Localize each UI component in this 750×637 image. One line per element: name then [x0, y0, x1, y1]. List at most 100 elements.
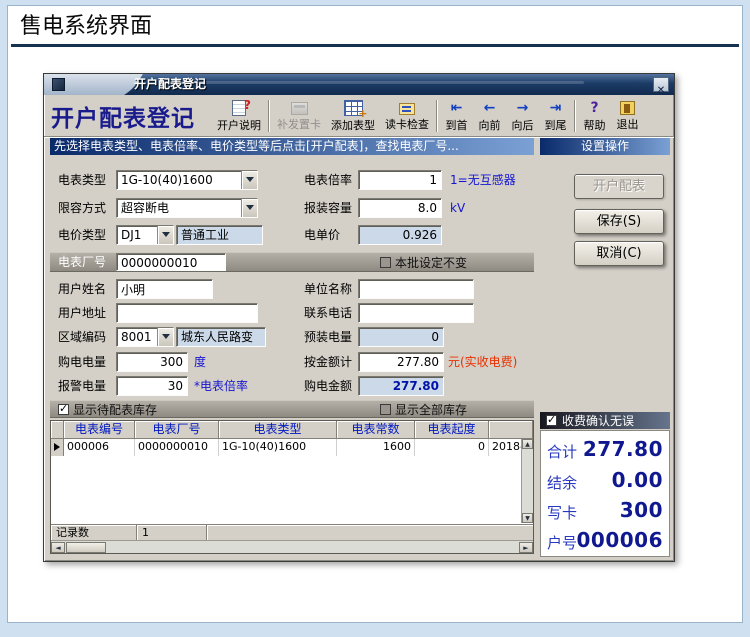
go-first-button[interactable]: 到首 — [440, 97, 473, 135]
price-type-label: 电价类型 — [58, 225, 106, 245]
record-count-label: 记录数 — [51, 525, 137, 540]
summary-row-write-card: 写卡 300 — [546, 496, 664, 526]
column-header[interactable] — [489, 421, 533, 439]
install-capacity-input[interactable] — [358, 198, 442, 218]
phone-input[interactable] — [358, 303, 474, 323]
table-cell: 1G-10(40)1600 — [219, 439, 337, 456]
column-header[interactable]: 电表起度 — [415, 421, 489, 439]
purchase-qty-input[interactable] — [116, 352, 188, 372]
toolbar-buttons: 开户说明 补发置卡 添加表型 读卡检查 — [212, 96, 672, 136]
scroll-left-icon[interactable] — [51, 542, 65, 553]
cancel-button[interactable]: 取消(C) — [574, 241, 664, 266]
column-header[interactable]: 电表常数 — [337, 421, 415, 439]
fee-confirm-checkbox[interactable] — [546, 415, 557, 426]
batch-unchanged-checkbox[interactable]: 本批设定不变 — [380, 254, 467, 270]
go-previous-button[interactable]: 向前 — [473, 97, 506, 135]
summary-row-total: 合计 277.80 — [546, 435, 664, 465]
scroll-up-icon[interactable] — [522, 439, 533, 449]
org-name-input[interactable] — [358, 279, 474, 299]
checkbox-label: 显示待配表库存 — [73, 401, 157, 418]
scroll-thumb[interactable] — [66, 542, 106, 553]
exit-button[interactable]: 退出 — [611, 97, 644, 135]
summary-value: 300 — [620, 498, 663, 522]
toolbar-button-label: 帮助 — [584, 117, 606, 133]
column-header[interactable]: 电表类型 — [219, 421, 337, 439]
purchase-qty-label: 购电电量 — [58, 352, 106, 372]
user-name-label: 用户姓名 — [58, 279, 106, 299]
first-icon — [442, 100, 471, 116]
help-button[interactable]: 帮助 — [578, 97, 611, 135]
meter-type-combo[interactable]: 1G-10(40)1600 — [116, 170, 258, 190]
toolbar-button-label: 到尾 — [545, 117, 567, 133]
meter-type-label: 电表类型 — [58, 170, 106, 190]
summary-label: 合计 — [547, 441, 577, 462]
preinstall-label: 预装电量 — [304, 327, 352, 347]
last-icon — [541, 100, 570, 116]
toolbar-button-label: 开户说明 — [217, 117, 261, 133]
alarm-qty-label: 报警电量 — [58, 376, 106, 396]
preinstall-field: 0 — [358, 327, 444, 347]
unit-price-field: 0.926 — [358, 225, 442, 245]
summary-label: 结余 — [547, 472, 577, 493]
summary-label: 户号 — [547, 532, 577, 553]
close-icon — [657, 85, 665, 95]
summary-value: 0.00 — [612, 468, 663, 492]
org-name-label: 单位名称 — [304, 279, 352, 299]
factory-no-label: 电表厂号 — [58, 252, 106, 272]
area-code-label: 区域编码 — [58, 327, 106, 347]
chevron-down-icon[interactable] — [241, 171, 257, 189]
go-next-button[interactable]: 向后 — [506, 97, 539, 135]
open-account-help-button[interactable]: 开户说明 — [212, 97, 266, 135]
chevron-down-icon[interactable] — [157, 226, 173, 244]
column-header[interactable]: 电表厂号 — [135, 421, 219, 439]
close-button[interactable] — [653, 77, 669, 92]
area-code-combo[interactable]: 8001 — [116, 327, 174, 347]
toolbar: 开户配表登记 开户说明 补发置卡 添加表型 — [44, 95, 674, 137]
by-amount-input[interactable] — [358, 352, 444, 372]
scroll-down-icon[interactable] — [522, 513, 533, 523]
table-horizontal-scrollbar[interactable] — [51, 540, 533, 553]
checkbox-icon — [380, 404, 391, 415]
table-footer: 记录数 1 — [51, 524, 533, 540]
row-selector-cell — [51, 439, 64, 456]
chevron-down-icon[interactable] — [157, 328, 173, 346]
add-meter-type-button[interactable]: 添加表型 — [326, 97, 380, 135]
area-name-field: 城东人民路变 — [176, 327, 266, 347]
capacity-mode-combo[interactable]: 超容断电 — [116, 198, 258, 218]
price-type-combo[interactable]: DJ1 — [116, 225, 174, 245]
toolbar-button-label: 添加表型 — [331, 117, 375, 133]
meter-ratio-input[interactable] — [358, 170, 442, 190]
row-selector-icon — [54, 443, 60, 451]
pending-stock-checkbox[interactable]: 显示待配表库存 — [58, 401, 157, 417]
content-panel: 售电系统界面 开户配表登记 开户配表登记 开户说明 — [7, 5, 743, 623]
read-card-check-button[interactable]: 读卡检查 — [380, 97, 434, 135]
user-name-input[interactable] — [116, 279, 213, 299]
reissue-card-button: 补发置卡 — [272, 97, 326, 135]
meter-table: 电表编号 电表厂号 电表类型 电表常数 电表起度 000006 00000000… — [50, 420, 534, 554]
card-icon — [291, 102, 308, 115]
table-cell: 000006 — [64, 439, 135, 456]
open-account-button: 开户配表 — [574, 174, 664, 199]
scroll-right-icon[interactable] — [519, 542, 533, 553]
summary-value: 000006 — [577, 528, 664, 552]
all-stock-checkbox[interactable]: 显示全部库存 — [380, 401, 467, 417]
table-vertical-scrollbar[interactable] — [521, 439, 533, 523]
alarm-qty-input[interactable] — [116, 376, 188, 396]
table-row[interactable]: 000006 0000000010 1G-10(40)1600 1600 0 2… — [51, 439, 533, 456]
go-last-button[interactable]: 到尾 — [539, 97, 572, 135]
page: 售电系统界面 开户配表登记 开户配表登记 开户说明 — [0, 0, 750, 637]
toolbar-separator — [436, 100, 438, 132]
address-input[interactable] — [116, 303, 258, 323]
alarm-qty-note: *电表倍率 — [194, 376, 248, 396]
checkbox-icon — [380, 257, 391, 268]
chevron-down-icon[interactable] — [241, 199, 257, 217]
save-button[interactable]: 保存(S) — [574, 209, 664, 234]
toolbar-button-label: 向后 — [512, 117, 534, 133]
arrow-left-icon — [475, 100, 504, 116]
window-titlebar[interactable]: 开户配表登记 — [44, 74, 674, 95]
capacity-mode-label: 限容方式 — [58, 198, 106, 218]
toolbar-button-label: 补发置卡 — [277, 116, 321, 132]
combo-value: DJ1 — [121, 227, 156, 244]
combo-value: 1G-10(40)1600 — [121, 172, 240, 189]
column-header[interactable]: 电表编号 — [64, 421, 135, 439]
